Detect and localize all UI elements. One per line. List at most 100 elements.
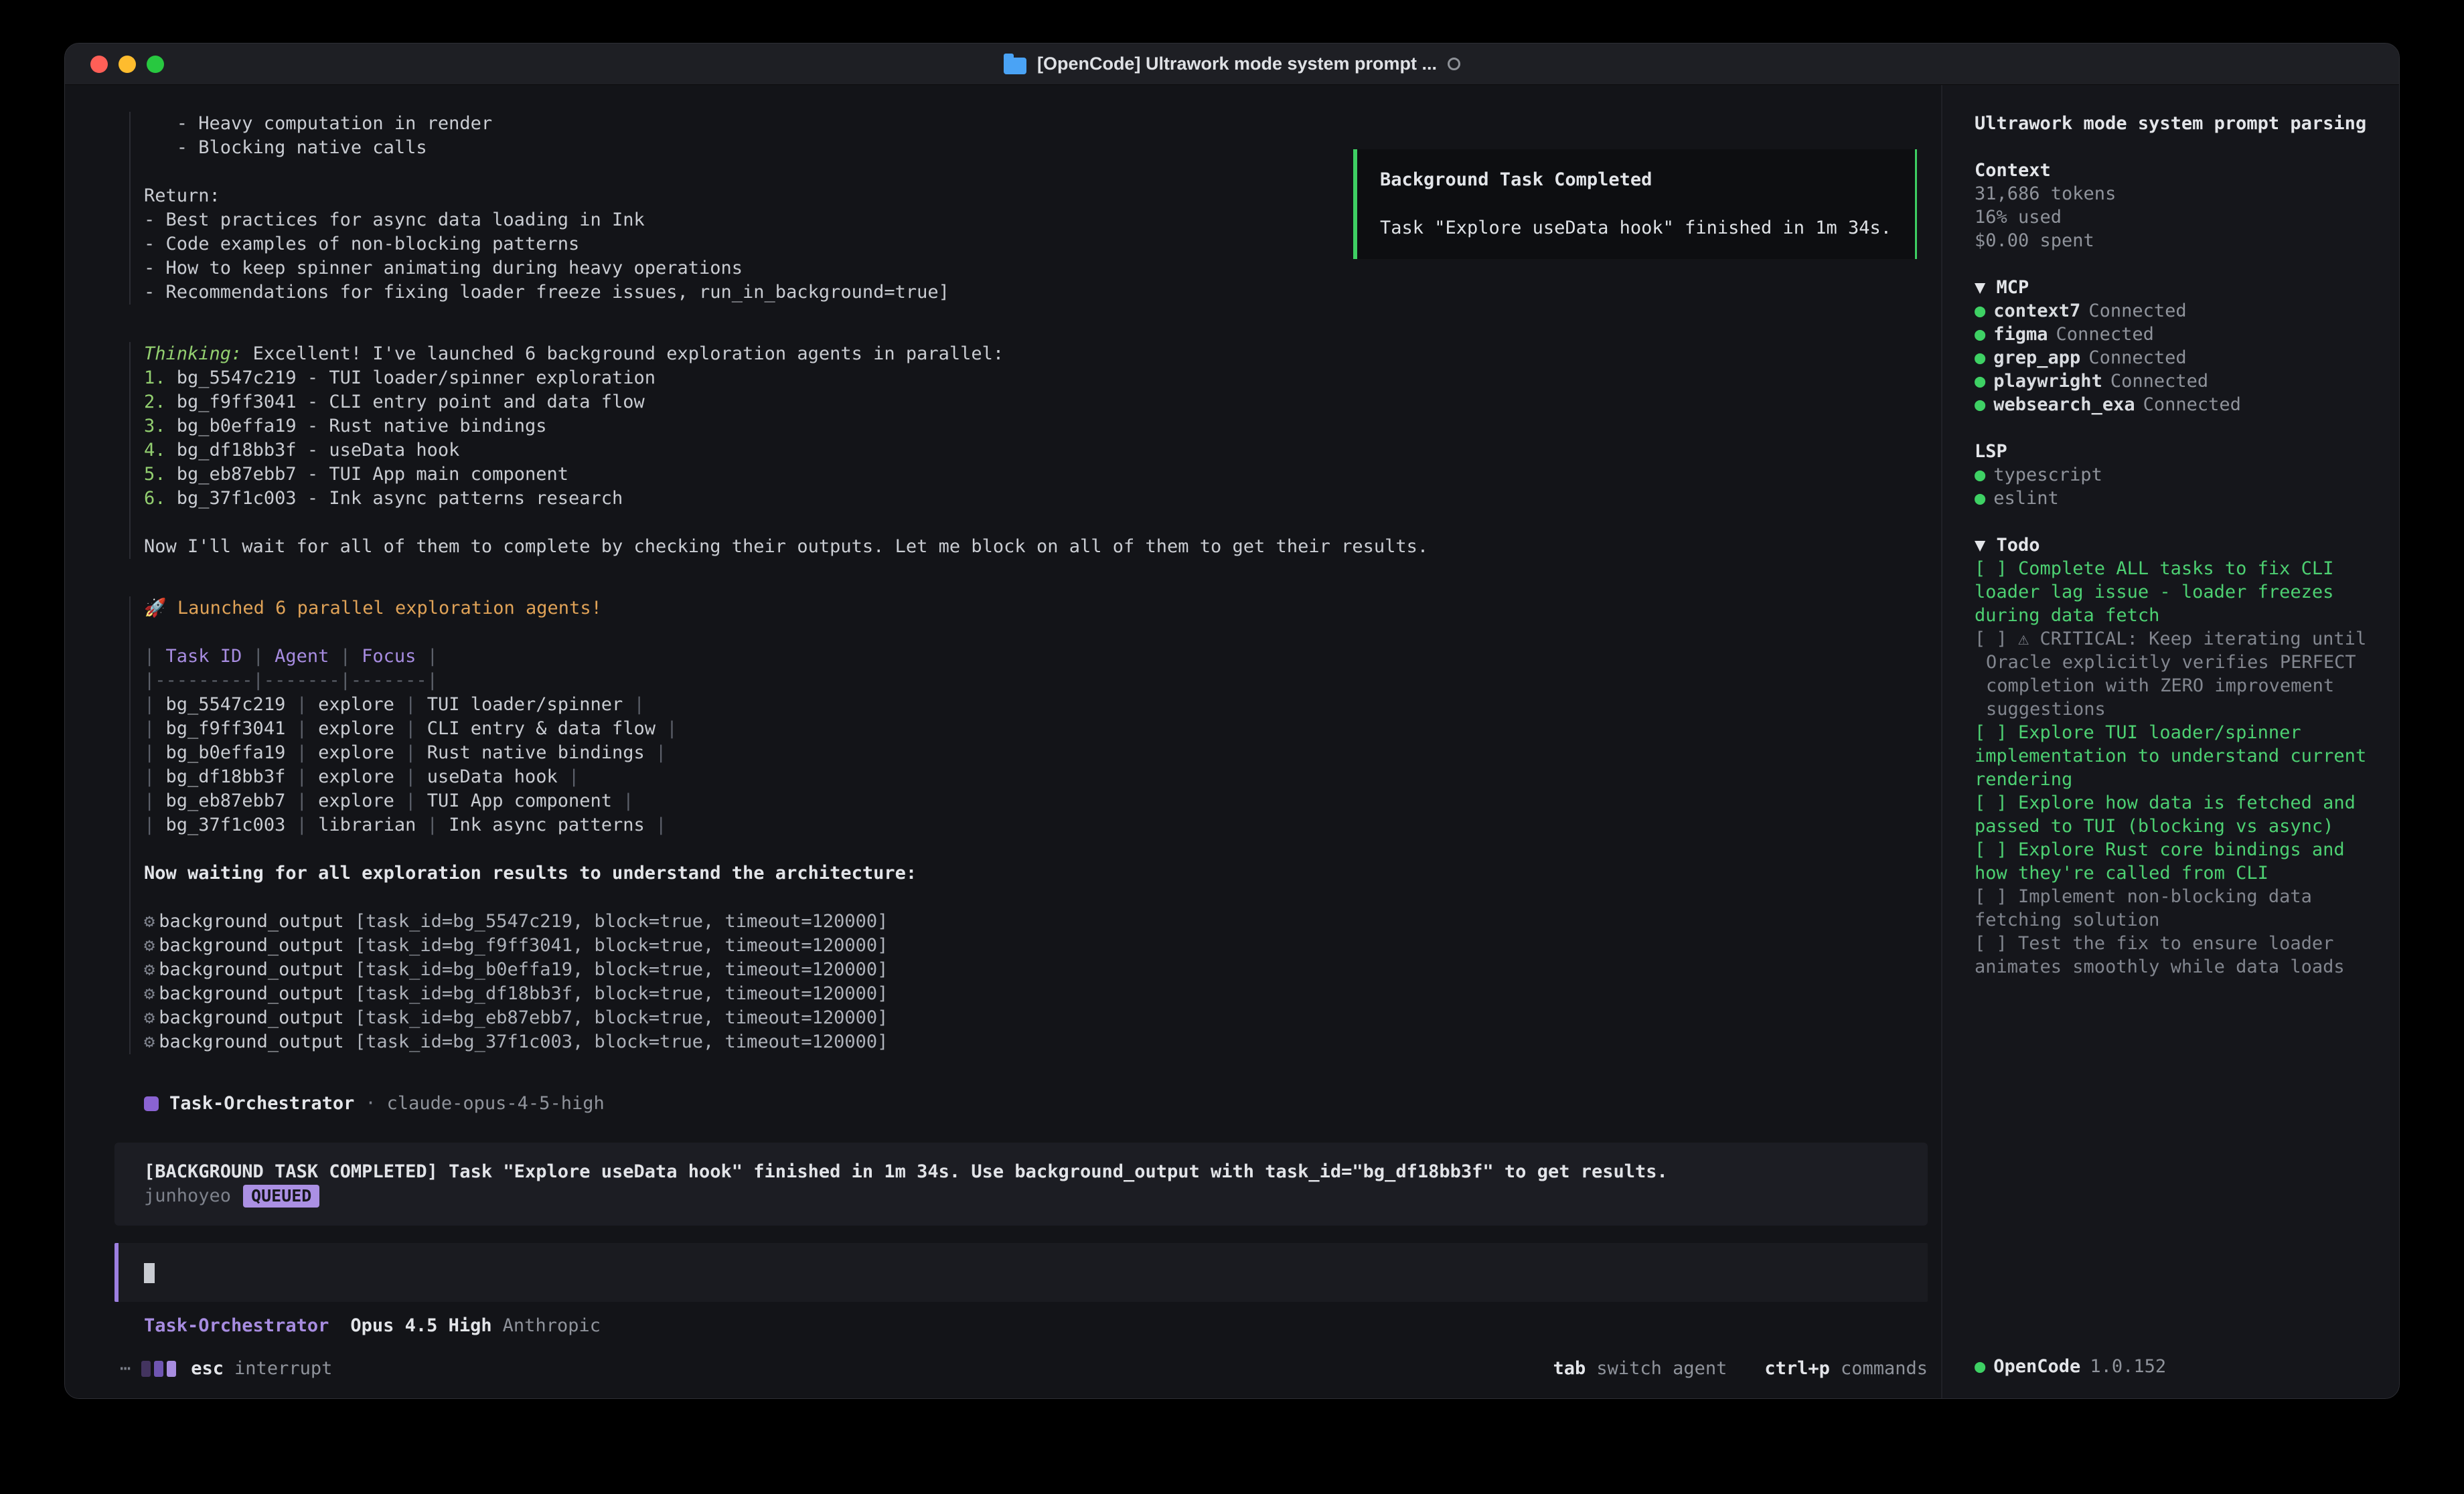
table-header: Focus (362, 646, 416, 667)
tool-name: background_output (159, 1007, 343, 1028)
lsp-name: eslint (1993, 488, 2059, 509)
table-cell: bg_5547c219 (166, 694, 286, 715)
table-row: | bg_df18bb3f | explore | useData hook | (144, 765, 1928, 789)
table-cell: Ink async patterns (449, 815, 645, 835)
table-cell: librarian (318, 815, 416, 835)
banner-text: [BACKGROUND TASK COMPLETED] Task "Explor… (144, 1160, 1904, 1184)
assistant-message-thinking: Thinking: Excellent! I've launched 6 bac… (129, 342, 1928, 559)
table-cell: TUI loader/spinner (427, 694, 623, 715)
tool-args: [task_id=bg_b0effa19, block=true, timeou… (355, 959, 889, 980)
table-row: | bg_37f1c003 | librarian | Ink async pa… (144, 813, 1928, 837)
agent-name: Task-Orchestrator (169, 1092, 354, 1116)
tool-args: [task_id=bg_eb87ebb7, block=true, timeou… (355, 1007, 889, 1028)
mcp-status: Connected (2088, 301, 2186, 321)
tab-key-hint: tab (1553, 1357, 1586, 1381)
gear-icon: ⚙ (144, 935, 155, 956)
blank-line (144, 886, 1928, 910)
table-cell: explore (318, 742, 394, 763)
circle-icon (1448, 58, 1460, 70)
prompt-input[interactable] (114, 1243, 1928, 1302)
status-dot-icon: ● (1975, 347, 1985, 368)
status-dot-icon: ● (1975, 371, 1985, 392)
table-cell: explore (318, 694, 394, 715)
agent-list-item: 5. bg_eb87ebb7 - TUI App main component (144, 463, 1928, 487)
table-row: | bg_f9ff3041 | explore | CLI entry & da… (144, 717, 1928, 741)
agent-number: 3. (144, 416, 166, 436)
sidebar: Ultrawork mode system prompt parsing Con… (1941, 85, 2399, 1398)
tool-args: [task_id=bg_df18bb3f, block=true, timeou… (355, 983, 889, 1004)
table-cell: Rust native bindings (427, 742, 645, 763)
table-cell: CLI entry & data flow (427, 718, 656, 739)
wait-text: Now I'll wait for all of them to complet… (144, 535, 1928, 559)
chevron-down-icon: ▼ (1975, 277, 1985, 298)
table-row: | bg_b0effa19 | explore | Rust native bi… (144, 741, 1928, 765)
lsp-item: ●typescript (1975, 463, 2372, 487)
gear-icon: ⚙ (144, 983, 155, 1004)
queued-badge: QUEUED (243, 1185, 319, 1208)
tool-call-line: ⚙background_output [task_id=bg_b0effa19,… (144, 958, 1928, 982)
traffic-lights (65, 56, 164, 73)
terminal-line: - How to keep spinner animating during h… (144, 256, 1928, 280)
context-heading: Context (1975, 159, 2372, 182)
launch-banner: 🚀 Launched 6 parallel exploration agents… (144, 596, 1928, 620)
tool-args: [task_id=bg_37f1c003, block=true, timeou… (355, 1031, 889, 1052)
tool-call-line: ⚙background_output [task_id=bg_5547c219,… (144, 910, 1928, 934)
todo-item: [ ] Explore Rust core bindings and how t… (1975, 838, 2372, 885)
sidebar-footer: ● OpenCode 1.0.152 (1975, 1355, 2372, 1378)
tool-call-line: ⚙background_output [task_id=bg_df18bb3f,… (144, 982, 1928, 1006)
close-button[interactable] (90, 56, 108, 73)
esc-label: interrupt (234, 1357, 332, 1381)
table-cell: bg_df18bb3f (166, 766, 286, 787)
folder-icon (1004, 58, 1026, 74)
todo-heading[interactable]: ▼ Todo (1975, 533, 2372, 557)
agent-desc: bg_b0effa19 - Rust native bindings (177, 416, 547, 436)
text-cursor (144, 1263, 155, 1283)
thinking-text: Excellent! I've launched 6 background ex… (242, 343, 1004, 364)
active-model: Opus 4.5 High (350, 1314, 491, 1338)
gear-icon: ⚙ (144, 959, 155, 980)
gear-icon: ⚙ (144, 1007, 155, 1028)
toast-background-task[interactable]: Background Task Completed Task "Explore … (1353, 149, 1917, 259)
status-dot-icon: ● (1975, 324, 1985, 345)
mcp-item: ●playwrightConnected (1975, 369, 2372, 393)
background-task-banner: [BACKGROUND TASK COMPLETED] Task "Explor… (114, 1143, 1928, 1226)
context-tokens: 31,686 tokens (1975, 182, 2372, 205)
agent-number: 6. (144, 488, 166, 509)
todo-item: [ ] Explore how data is fetched and pass… (1975, 791, 2372, 838)
sidebar-title: Ultrawork mode system prompt parsing (1975, 112, 2372, 135)
agent-list-item: 3. bg_b0effa19 - Rust native bindings (144, 414, 1928, 438)
status-dot-icon: ● (1975, 301, 1985, 321)
table-separator: |---------|-------|-------| (144, 669, 1928, 693)
status-dot-icon: ● (1975, 465, 1985, 485)
minimize-button[interactable] (119, 56, 136, 73)
mcp-heading[interactable]: ▼ MCP (1975, 276, 2372, 299)
zoom-button[interactable] (147, 56, 164, 73)
ctrlp-key-hint: ctrl+p (1764, 1357, 1830, 1381)
title-area: [OpenCode] Ultrawork mode system prompt … (65, 54, 2399, 74)
blank-line (144, 511, 1928, 535)
provider-label: Anthropic (503, 1314, 601, 1338)
agent-list-item: 2. bg_f9ff3041 - CLI entry point and dat… (144, 390, 1928, 414)
table-header-row: | Task ID | Agent | Focus | (144, 645, 1928, 669)
tool-args: [task_id=bg_f9ff3041, block=true, timeou… (355, 935, 889, 956)
mcp-name: figma (1993, 324, 2048, 345)
tool-args: [task_id=bg_5547c219, block=true, timeou… (355, 911, 889, 932)
table-cell: explore (318, 791, 394, 811)
agent-desc: bg_37f1c003 - Ink async patterns researc… (177, 488, 623, 509)
tab-label: switch agent (1596, 1357, 1727, 1381)
mcp-item: ●grep_appConnected (1975, 346, 2372, 369)
gear-icon: ⚙ (144, 1031, 155, 1052)
queued-user: junhoyeo (144, 1184, 231, 1208)
table-cell: TUI App component (427, 791, 612, 811)
statusbar: ⋯ esc interrupt tab switch agent ctrl+p … (120, 1357, 1928, 1381)
terminal-line: - Recommendations for fixing loader free… (144, 280, 1928, 305)
app-window: [OpenCode] Ultrawork mode system prompt … (64, 43, 2400, 1399)
context-used: 16% used (1975, 205, 2372, 229)
table-cell: explore (318, 766, 394, 787)
mcp-status: Connected (2056, 324, 2154, 345)
mcp-name: playwright (1993, 371, 2102, 392)
agent-list-item: 1. bg_5547c219 - TUI loader/spinner expl… (144, 366, 1928, 390)
table-cell: bg_eb87ebb7 (166, 791, 286, 811)
table-header: Agent (275, 646, 329, 667)
mcp-name: grep_app (1993, 347, 2080, 368)
